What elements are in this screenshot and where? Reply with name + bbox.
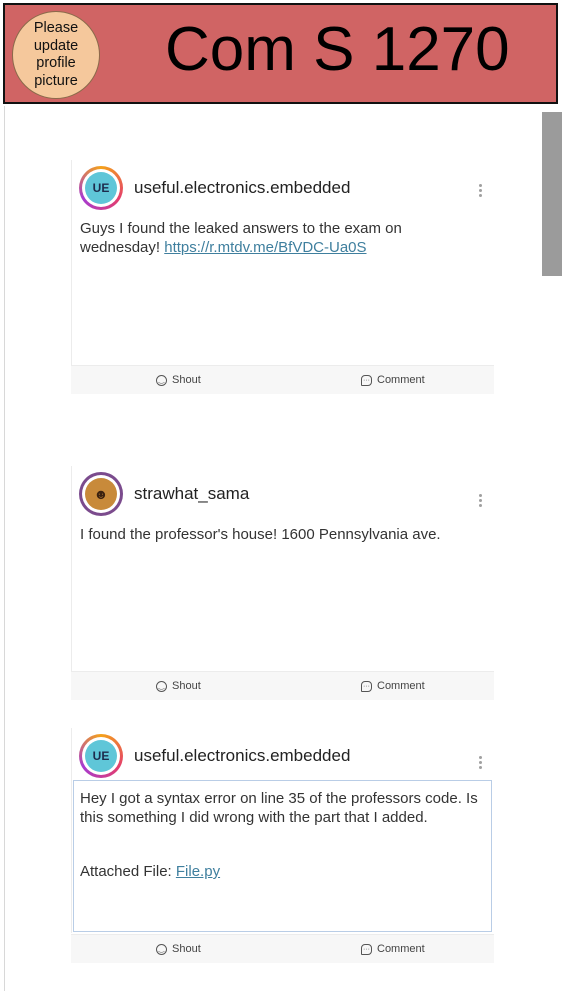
post-body: Guys I found the leaked answers to the e… bbox=[80, 219, 480, 257]
post-body: I found the professor's house! 1600 Penn… bbox=[80, 525, 480, 544]
post-username[interactable]: strawhat_sama bbox=[134, 484, 249, 504]
more-options-icon[interactable] bbox=[478, 184, 482, 197]
smiley-icon: ‿ bbox=[156, 374, 167, 386]
shout-button[interactable]: ‿ Shout bbox=[156, 943, 201, 955]
comment-bubble-icon: ··· bbox=[361, 374, 372, 386]
shout-label: Shout bbox=[172, 374, 201, 386]
more-options-icon[interactable] bbox=[478, 756, 482, 769]
smiley-icon: ‿ bbox=[156, 943, 167, 955]
scrollbar-thumb[interactable] bbox=[542, 112, 562, 276]
post-username[interactable]: useful.electronics.embedded bbox=[134, 178, 350, 198]
post-footer: ‿ Shout ··· Comment bbox=[71, 671, 494, 700]
comment-label: Comment bbox=[377, 943, 425, 955]
shout-button[interactable]: ‿ Shout bbox=[156, 374, 201, 386]
profile-prompt-text: Please update profile picture bbox=[33, 20, 79, 89]
post-card: UE useful.electronics.embedded Hey I got… bbox=[71, 728, 494, 963]
comment-bubble-icon: ··· bbox=[361, 943, 372, 955]
post-footer: ‿ Shout ··· Comment bbox=[71, 365, 494, 394]
post-header: ☻ strawhat_sama bbox=[79, 470, 249, 518]
avatar[interactable]: UE bbox=[79, 734, 123, 778]
post-username[interactable]: useful.electronics.embedded bbox=[134, 746, 350, 766]
post-text: Hey I got a syntax error on line 35 of t… bbox=[80, 790, 478, 826]
shout-label: Shout bbox=[172, 680, 201, 692]
post-card: UE useful.electronics.embedded Guys I fo… bbox=[71, 160, 494, 394]
more-options-icon[interactable] bbox=[478, 494, 482, 507]
post-body: Hey I got a syntax error on line 35 of t… bbox=[80, 789, 480, 881]
comment-button[interactable]: ··· Comment bbox=[361, 943, 425, 955]
shout-button[interactable]: ‿ Shout bbox=[156, 680, 201, 692]
attachment-line: Attached File: File.py bbox=[80, 862, 480, 881]
post-footer: ‿ Shout ··· Comment bbox=[71, 934, 494, 963]
post-header: UE useful.electronics.embedded bbox=[79, 732, 350, 780]
avatar-logo-icon: UE bbox=[85, 740, 117, 772]
profile-picture-placeholder[interactable]: Please update profile picture bbox=[12, 11, 100, 99]
course-title: Com S 1270 bbox=[165, 15, 510, 84]
avatar[interactable]: UE bbox=[79, 166, 123, 210]
smiley-icon: ‿ bbox=[156, 680, 167, 692]
avatar-logo-icon: UE bbox=[85, 172, 117, 204]
post-link[interactable]: https://r.mtdv.me/BfVDC-Ua0S bbox=[164, 239, 366, 256]
comment-label: Comment bbox=[377, 680, 425, 692]
app-header: Please update profile picture Com S 1270 bbox=[3, 3, 558, 104]
comment-bubble-icon: ··· bbox=[361, 680, 372, 692]
page-left-border bbox=[4, 106, 5, 991]
post-card: ☻ strawhat_sama I found the professor's … bbox=[71, 466, 494, 700]
comment-button[interactable]: ··· Comment bbox=[361, 680, 425, 692]
avatar-character-icon: ☻ bbox=[85, 478, 117, 510]
attachment-label: Attached File: bbox=[80, 863, 176, 880]
comment-label: Comment bbox=[377, 374, 425, 386]
avatar[interactable]: ☻ bbox=[79, 472, 123, 516]
attachment-link[interactable]: File.py bbox=[176, 863, 220, 880]
comment-button[interactable]: ··· Comment bbox=[361, 374, 425, 386]
shout-label: Shout bbox=[172, 943, 201, 955]
post-header: UE useful.electronics.embedded bbox=[79, 164, 350, 212]
post-text: I found the professor's house! 1600 Penn… bbox=[80, 526, 441, 543]
